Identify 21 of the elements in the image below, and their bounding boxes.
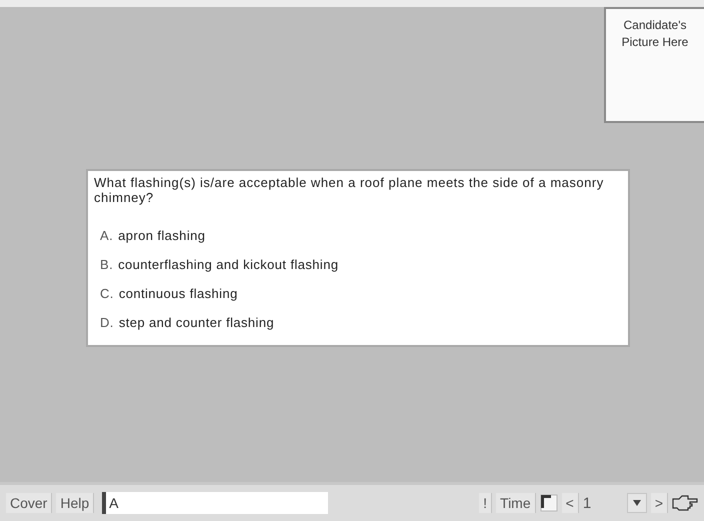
flag-button[interactable]: ! [479,493,492,513]
time-button[interactable]: Time [496,493,536,513]
question-number: 1 [582,494,592,512]
option-letter: B. [100,256,114,274]
option-text: apron flashing [118,227,206,245]
answer-field[interactable]: A [102,492,328,514]
option-text: continuous flashing [118,285,238,303]
option-text: step and counter flashing [118,314,274,332]
help-button[interactable]: Help [56,493,94,513]
next-button[interactable]: > [650,493,668,513]
option-letter: A. [100,227,114,245]
option-letter: D. [100,314,114,332]
pointing-hand-icon[interactable] [672,495,698,511]
placeholder-label: Candidate's Picture Here [620,17,690,51]
question-text: What flashing(s) is/are acceptable when a roof plane meets the side of a masonry chimney? [94,175,605,205]
corner-icon[interactable] [540,494,558,512]
dropdown-icon[interactable] [626,493,647,513]
cover-button[interactable]: Cover [6,493,52,513]
option-text: counterflashing and kickout flashing [118,256,338,274]
previous-button[interactable]: < [562,493,579,513]
option-letter: C. [100,285,114,303]
